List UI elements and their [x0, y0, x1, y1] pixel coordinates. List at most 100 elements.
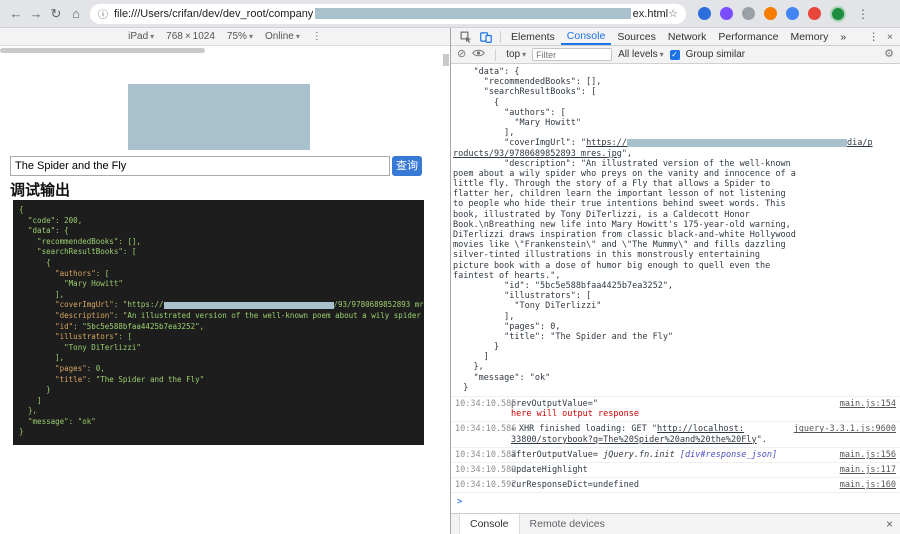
- home-icon[interactable]: ⌂: [66, 6, 86, 21]
- extension-icon[interactable]: [764, 7, 777, 20]
- console-source-link[interactable]: jquery-3.3.1.js:9600: [794, 424, 896, 434]
- drawer-tab-remote-devices[interactable]: Remote devices: [520, 514, 615, 534]
- toggle-device-toolbar-icon[interactable]: [476, 31, 496, 43]
- code-line: ],: [19, 353, 418, 364]
- console-settings-gear-icon[interactable]: ⚙: [884, 49, 894, 60]
- clear-console-icon[interactable]: ⊘: [457, 49, 466, 60]
- code-line: "recommendedBooks": [],: [19, 237, 418, 248]
- text-segment: {: [19, 257, 51, 267]
- text-segment: https://: [586, 138, 628, 149]
- devtools-close-icon[interactable]: ×: [887, 31, 893, 43]
- tab-sources[interactable]: Sources: [611, 28, 662, 45]
- log-timestamp: 10:34:10.585: [455, 399, 517, 409]
- viewport-width: 768: [166, 31, 183, 42]
- text-segment: }: [19, 427, 24, 437]
- extension-icon[interactable]: [786, 7, 799, 20]
- text-segment: "authors": [: [453, 107, 566, 118]
- console-context-select[interactable]: top ▾: [506, 49, 526, 60]
- code-line: "coverImgUrl": "https:// /93/978068985289…: [19, 300, 424, 311]
- text-segment: [div#response_json]: [679, 449, 778, 460]
- code-line: "data": {: [19, 226, 418, 237]
- console-source-link[interactable]: main.js:156: [840, 450, 896, 460]
- console-line: "searchResultBooks": [: [453, 87, 898, 97]
- console-line: "data": {: [453, 67, 898, 77]
- log-timestamp: 10:34:10.589: [455, 465, 517, 476]
- tab-elements[interactable]: Elements: [505, 28, 561, 45]
- back-icon[interactable]: ←: [6, 6, 26, 21]
- text-segment: }: [453, 382, 469, 393]
- device-select-label: iPad: [128, 31, 149, 42]
- log-message-line: afterOutputValue= jQuery.fn.init [div#re…: [511, 450, 845, 460]
- zoom-select[interactable]: 75% ▾: [227, 31, 253, 42]
- text-segment: "title": "The Spider and the Fly": [453, 331, 674, 342]
- extension-icon[interactable]: [720, 7, 733, 20]
- extension-icon[interactable]: [698, 7, 711, 20]
- device-toolbar-menu-icon[interactable]: ⋮: [312, 31, 322, 42]
- drawer-tab-console[interactable]: Console: [459, 514, 520, 534]
- tab-console[interactable]: Console: [560, 28, 612, 45]
- text-segment: "data": {: [453, 67, 520, 77]
- forward-icon[interactable]: →: [26, 6, 46, 21]
- text-segment: afterOutputValue=: [511, 449, 604, 460]
- browser-window: ← → ↻ ⌂ ⓘ file:///Users/crifan/dev/dev_r…: [0, 0, 900, 534]
- bookmark-star-icon[interactable]: ☆: [668, 7, 678, 20]
- text-segment: "authors": [55, 268, 96, 278]
- text-segment: "illustrators": [55, 332, 119, 342]
- viewport-height: 1024: [192, 31, 215, 42]
- log-levels-select[interactable]: All levels ▾: [618, 49, 663, 60]
- live-expression-icon[interactable]: [472, 48, 486, 61]
- text-segment: book, illustrated by Tony DiTerlizzi, is…: [453, 209, 750, 220]
- log-message: prevOutputValue=" here will output respon…: [511, 399, 845, 419]
- devtools-menu-icon[interactable]: ⋮: [868, 31, 879, 43]
- extension-icon[interactable]: [742, 7, 755, 20]
- divider: [500, 30, 501, 43]
- device-emulation-pane: iPad ▾ 768 × 1024 75% ▾ Online ▾ ⋮ 查询: [0, 28, 450, 534]
- console-prompt-chevron[interactable]: >: [451, 493, 900, 507]
- text-segment: [19, 322, 55, 331]
- search-button[interactable]: 查询: [392, 156, 422, 176]
- throttling-select[interactable]: Online ▾: [265, 31, 300, 42]
- text-segment: DiTerlizzi draws inspiration from classi…: [453, 230, 796, 240]
- group-similar-checkbox[interactable]: ✓: [669, 49, 680, 60]
- console-source-link[interactable]: main.js:160: [840, 480, 896, 490]
- horizontal-scrollbar[interactable]: [0, 48, 205, 53]
- tab-network[interactable]: Network: [662, 28, 713, 45]
- text-segment: flatter her, children learn the importan…: [453, 189, 786, 200]
- text-segment: "searchResultBooks": [: [453, 87, 597, 98]
- profile-avatar[interactable]: [830, 5, 846, 22]
- text-segment: ]: [453, 352, 489, 363]
- code-line: "searchResultBooks": [: [19, 247, 418, 258]
- text-segment: ],: [453, 311, 515, 322]
- extensions-area: ⋮: [698, 5, 869, 22]
- console-line: ]: [453, 352, 898, 362]
- vertical-scrollbar[interactable]: [443, 54, 449, 66]
- chevron-down-icon: ▾: [248, 32, 253, 41]
- console-source-link[interactable]: main.js:154: [840, 399, 896, 409]
- tab-performance[interactable]: Performance: [712, 28, 784, 45]
- extension-icon[interactable]: [808, 7, 821, 20]
- text-segment: "illustrators": [: [453, 291, 592, 302]
- log-message-line: here will output response: [511, 409, 845, 419]
- code-line: "illustrators": [: [19, 332, 418, 343]
- reload-icon[interactable]: ↻: [46, 6, 66, 22]
- text-segment: ".: [756, 434, 767, 445]
- text-segment: curResponseDict=undefined: [511, 480, 639, 491]
- console-filter-input[interactable]: [532, 48, 613, 61]
- text-segment: Book.\nBreathing new life into Mary Howi…: [453, 219, 791, 230]
- address-bar[interactable]: ⓘ file:///Users/crifan/dev/dev_root/comp…: [90, 3, 686, 24]
- console-line: "coverImgUrl": "https:// dia/p: [453, 138, 898, 148]
- inspect-element-icon[interactable]: [456, 31, 476, 43]
- tab-memory[interactable]: Memory: [784, 28, 834, 45]
- drawer-close-icon[interactable]: ×: [878, 517, 900, 531]
- emulated-webpage: 查询 调试输出 { "code": 200, "data": { "recomm…: [0, 46, 450, 534]
- redacted-text: [163, 301, 334, 309]
- console-source-link[interactable]: main.js:117: [840, 465, 896, 475]
- device-toolbar: iPad ▾ 768 × 1024 75% ▾ Online ▾ ⋮: [0, 28, 450, 46]
- chrome-menu-icon[interactable]: ⋮: [857, 7, 869, 21]
- page-info-icon[interactable]: ⓘ: [98, 6, 108, 21]
- search-input[interactable]: [10, 156, 390, 176]
- more-tabs-icon[interactable]: »: [834, 28, 852, 45]
- console-line: {: [453, 98, 898, 108]
- device-select[interactable]: iPad ▾: [128, 31, 154, 42]
- viewport-size[interactable]: 768 × 1024: [166, 31, 215, 42]
